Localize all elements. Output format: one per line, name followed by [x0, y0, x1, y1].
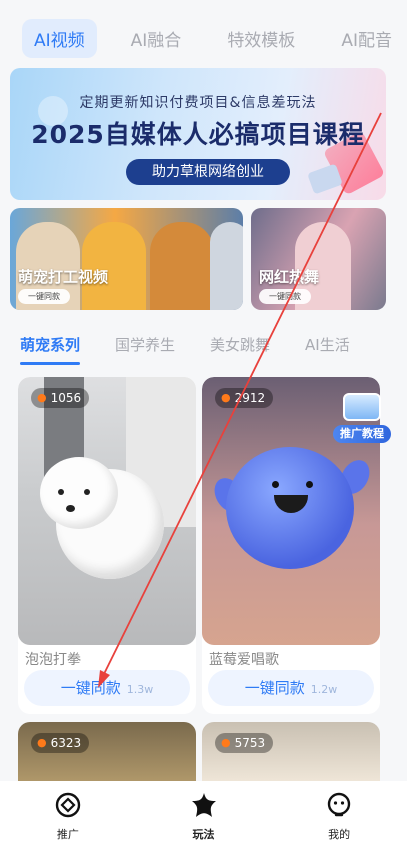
category-tab-health[interactable]: 国学养生 [115, 334, 175, 365]
use-template-label: 一键同款 [60, 679, 121, 697]
dog-eye [84, 489, 90, 495]
monster-eye [272, 481, 279, 488]
flame-icon: ● [221, 736, 231, 749]
star-icon [191, 793, 216, 817]
promo-tutorial-button[interactable]: 推广教程 [333, 393, 391, 447]
nav-play[interactable]: 玩法 [136, 781, 272, 841]
banner-title: 2025自媒体人必搞项目课程 [31, 120, 365, 149]
feature-title: 萌宠打工视频 [18, 268, 109, 286]
profile-icon [327, 792, 351, 817]
category-tab-ai-life[interactable]: AI生活 [305, 334, 350, 365]
template-card[interactable]: ● 1056 泡泡打拳 一键同款 1.3w [18, 377, 196, 714]
use-template-label: 一键同款 [244, 679, 305, 697]
monster-eye [306, 481, 313, 488]
dog-nose [66, 505, 75, 512]
nav-promote[interactable]: 推广 [0, 781, 136, 841]
promo-tutorial-label: 推广教程 [333, 425, 391, 443]
dog-image [18, 377, 196, 645]
tab-effect-templates[interactable]: 特效模板 [215, 19, 307, 58]
tab-ai-video[interactable]: AI视频 [22, 18, 97, 58]
category-tab-bar: 萌宠系列 国学养生 美女跳舞 AI生活 [20, 334, 407, 365]
banner-pill: 助力草根网络创业 [126, 159, 290, 185]
use-count: 1.3w [126, 683, 154, 696]
flame-icon: ● [37, 736, 47, 749]
nav-play-label: 玩法 [192, 828, 215, 841]
heat-count: 5753 [234, 736, 266, 750]
promote-icon [55, 792, 81, 818]
dog-eye [58, 489, 64, 495]
use-template-button[interactable]: 一键同款 1.3w [24, 670, 190, 706]
template-card[interactable]: ● 5753 [202, 722, 380, 782]
flame-icon: ● [221, 391, 231, 404]
banner-subtitle: 定期更新知识付费项目&信息差玩法 [79, 95, 317, 111]
top-tab-bar: AI视频 AI融合 特效模板 AI配音 A [22, 18, 407, 58]
book-icon [343, 393, 381, 421]
feature-title: 网红热舞 [259, 268, 320, 286]
tab-ai-dubbing[interactable]: AI配音 [329, 19, 404, 58]
category-tab-dance[interactable]: 美女跳舞 [210, 334, 270, 365]
heat-count: 1056 [50, 391, 82, 405]
nav-mine[interactable]: 我的 [271, 781, 407, 841]
feature-card-pet-work[interactable]: 萌宠打工视频 一键同款 [10, 208, 243, 310]
feature-use-button[interactable]: 一键同款 [259, 289, 311, 304]
bottom-nav: 推广 玩法 我的 [0, 781, 407, 841]
heat-count: 2912 [234, 391, 266, 405]
cat-image [150, 222, 214, 310]
card-name: 蓝莓爱唱歌 [209, 652, 279, 668]
app-screen: AI视频 AI融合 特效模板 AI配音 A 定期更新知识付费项目&信息差玩法 2… [0, 0, 407, 841]
use-count: 1.2w [310, 683, 338, 696]
nav-promote-label: 推广 [56, 828, 79, 841]
feature-use-button[interactable]: 一键同款 [18, 289, 70, 304]
course-banner[interactable]: 定期更新知识付费项目&信息差玩法 2025自媒体人必搞项目课程 助力草根网络创业 [10, 68, 386, 200]
flame-icon: ● [37, 391, 47, 404]
heat-badge: ● 1056 [31, 388, 90, 408]
card-name: 泡泡打拳 [25, 652, 81, 668]
dog-head [40, 457, 118, 529]
category-tab-pets[interactable]: 萌宠系列 [20, 334, 81, 365]
feature-card-dance[interactable]: 网红热舞 一键同款 [251, 208, 386, 310]
tab-ai-fusion[interactable]: AI融合 [119, 19, 194, 58]
cat-image [210, 222, 243, 310]
heat-badge: ● 6323 [31, 733, 90, 753]
template-card[interactable]: ● 6323 [18, 722, 196, 782]
use-template-button[interactable]: 一键同款 1.2w [208, 670, 374, 706]
heat-badge: ● 5753 [215, 733, 274, 753]
heat-count: 6323 [50, 736, 82, 750]
nav-mine-label: 我的 [328, 828, 351, 841]
heat-badge: ● 2912 [215, 388, 274, 408]
